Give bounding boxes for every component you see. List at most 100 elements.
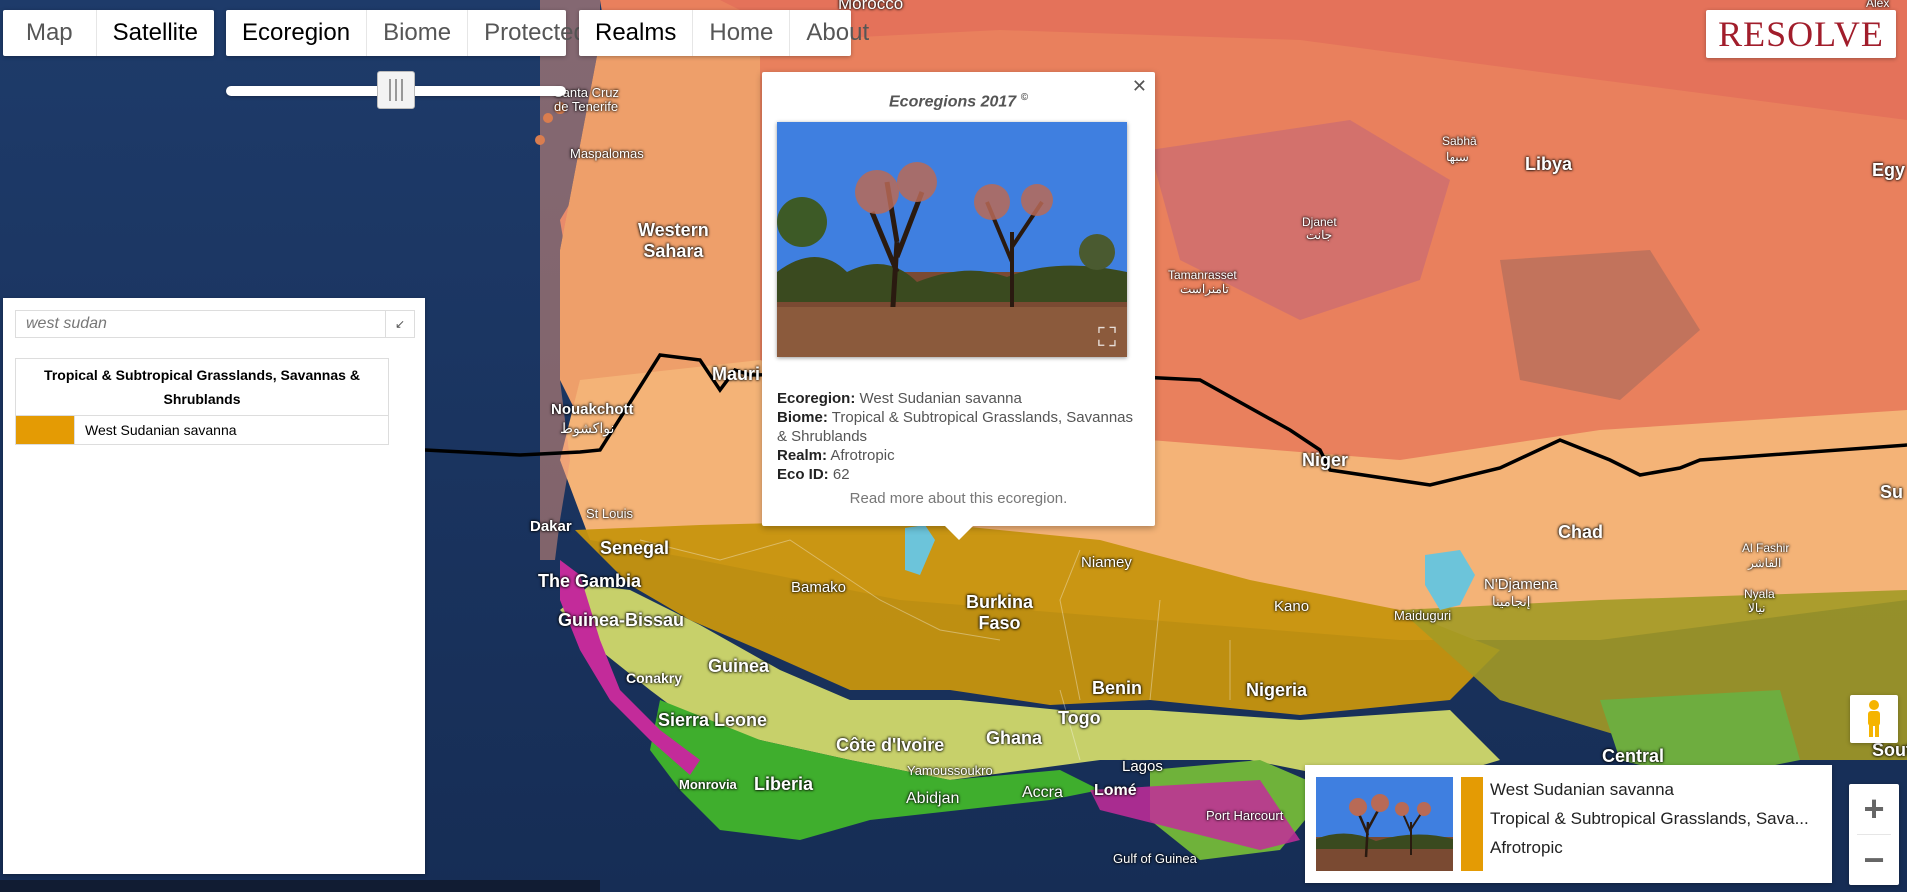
label-maspalomas: Maspalomas	[570, 146, 644, 161]
label-central: Central	[1602, 746, 1665, 766]
label-bamako: Bamako	[791, 579, 847, 596]
label-nouakchott: Nouakchott	[551, 401, 634, 418]
label-ghana: Ghana	[986, 728, 1043, 748]
nav-realms-button[interactable]: Realms	[579, 10, 694, 56]
ecoregion-info-card[interactable]: West Sudanian savanna Tropical & Subtrop…	[1305, 765, 1832, 883]
result-row[interactable]: West Sudanian savanna	[15, 415, 389, 445]
results-table: Tropical & Subtropical Grasslands, Savan…	[15, 358, 389, 445]
label-tamanrasset-arabic: تامنراست	[1180, 282, 1229, 296]
nav-control: Realms Home About	[579, 10, 869, 56]
label-south-sudan: South S	[1872, 740, 1907, 760]
label-sierra-leone: Sierra Leone	[658, 710, 768, 730]
canary-island	[543, 113, 553, 123]
label-sudan: Su	[1880, 482, 1904, 502]
result-color-swatch	[15, 415, 75, 445]
label-nyala: Nyala	[1744, 587, 1775, 601]
map-type-map-button[interactable]: Map	[3, 10, 97, 56]
ecoid-value: 62	[832, 466, 850, 483]
label-al-fashir: Al Fashir	[1742, 541, 1790, 555]
label-nigeria: Nigeria	[1246, 680, 1308, 700]
layer-biome-button[interactable]: Biome	[367, 10, 469, 56]
label-accra: Accra	[1022, 784, 1063, 801]
popup-title: Ecoregions 2017 ©	[889, 92, 1028, 111]
search-panel: ↙ Tropical & Subtropical Grasslands, Sav…	[3, 298, 425, 874]
label-liberia: Liberia	[754, 774, 814, 794]
label-nouakchott-arabic: نواكشوط	[560, 420, 615, 436]
read-more-link[interactable]: Read more about this ecoregion.	[762, 490, 1155, 507]
ecoregion-label: Ecoregion:	[777, 390, 856, 407]
label-conakry: Conakry	[626, 670, 683, 686]
label-western-sahara: Western Sahara	[638, 220, 709, 261]
opacity-slider-handle[interactable]	[377, 71, 415, 109]
label-tamanrasset: Tamanrasset	[1168, 268, 1237, 282]
label-yamoussoukro: Yamoussoukro	[907, 763, 993, 778]
zoom-control: + −	[1849, 784, 1899, 885]
ecoregion-popup: ✕ Ecoregions 2017 © ⛶ Ecoregion: West Su…	[762, 72, 1155, 540]
zoom-out-button[interactable]: −	[1849, 835, 1899, 885]
label-abidjan: Abidjan	[906, 790, 960, 807]
card-biome: Tropical & Subtropical Grasslands, Sava.…	[1490, 809, 1809, 828]
nav-home-button[interactable]: Home	[693, 10, 791, 56]
biome-label: Biome:	[777, 409, 828, 426]
label-djanet: Djanet	[1302, 215, 1337, 229]
label-ndjamena: N'Djamena	[1484, 576, 1558, 593]
result-name[interactable]: West Sudanian savanna	[74, 415, 389, 445]
label-guinea: Guinea	[708, 656, 770, 676]
label-djanet-arabic: جانت	[1306, 228, 1333, 242]
map-type-control: Map Satellite	[3, 10, 214, 56]
card-color-swatch	[1461, 777, 1483, 871]
label-dakar: Dakar	[530, 518, 572, 535]
search-box: ↙	[15, 310, 415, 338]
realm-value: Afrotropic	[830, 447, 895, 464]
label-st-louis: St Louis	[586, 506, 633, 521]
ecoregion-details: Ecoregion: West Sudanian savanna Biome: …	[777, 389, 1137, 484]
label-sabha-arabic: سبها	[1446, 150, 1469, 164]
ecoregion-value: West Sudanian savanna	[859, 390, 1022, 407]
resolve-logo[interactable]: RESOLVE	[1706, 10, 1896, 58]
label-benin: Benin	[1092, 678, 1143, 698]
close-icon[interactable]: ✕	[1132, 76, 1147, 97]
expand-icon[interactable]: ⛶	[1093, 323, 1121, 351]
arrow-collapse-icon[interactable]: ↙	[385, 311, 414, 337]
search-input[interactable]	[16, 311, 385, 337]
card-realm: Afrotropic	[1490, 838, 1563, 857]
label-lagos: Lagos	[1122, 758, 1163, 775]
label-lome: Lomé	[1094, 782, 1137, 799]
ecoregion-photo[interactable]: ⛶	[777, 122, 1127, 357]
label-alexandria: Alex	[1866, 0, 1890, 10]
canary-island	[535, 135, 545, 145]
label-mauritania: Mauri	[712, 364, 761, 384]
label-burkina-faso: Burkina Faso	[966, 592, 1034, 633]
label-cote-divoire: Côte d'Ivoire	[836, 735, 945, 755]
label-al-fashir-arabic: الفاشر	[1748, 556, 1782, 570]
label-senegal: Senegal	[600, 538, 670, 558]
biome-value: Tropical & Subtropical Grasslands, Savan…	[777, 409, 1134, 445]
label-monrovia: Monrovia	[679, 777, 737, 792]
label-ndjamena-arabic: إنجامينا	[1492, 594, 1531, 609]
label-nyala-arabic: نيالا	[1748, 601, 1766, 615]
street-view-pegman-icon[interactable]	[1850, 695, 1898, 743]
realm-label: Realm:	[777, 447, 828, 464]
zoom-in-button[interactable]: +	[1849, 784, 1899, 834]
biome-header: Tropical & Subtropical Grasslands, Savan…	[15, 358, 389, 416]
label-guinea-bissau: Guinea-Bissau	[558, 610, 685, 630]
copyright-symbol: ©	[1020, 92, 1028, 103]
ecoregion-thumbnail	[1316, 777, 1453, 871]
label-maiduguri: Maiduguri	[1394, 608, 1452, 623]
card-ecoregion-name: West Sudanian savanna	[1490, 780, 1674, 799]
nav-about-button[interactable]: About	[790, 10, 885, 56]
label-togo: Togo	[1058, 708, 1101, 728]
map-bottom-edge	[0, 880, 600, 892]
map-type-satellite-button[interactable]: Satellite	[97, 10, 214, 56]
label-port-harcourt: Port Harcourt	[1206, 808, 1284, 823]
label-kano: Kano	[1274, 598, 1310, 615]
label-chad: Chad	[1558, 522, 1603, 542]
label-sabha: Sabhā	[1442, 134, 1477, 148]
ecoid-label: Eco ID:	[777, 466, 829, 483]
label-niamey: Niamey	[1081, 554, 1132, 571]
label-libya: Libya	[1525, 154, 1573, 174]
label-the-gambia: The Gambia	[538, 571, 642, 591]
label-egypt: Egy	[1872, 160, 1906, 180]
layer-ecoregion-button[interactable]: Ecoregion	[226, 10, 368, 56]
opacity-slider[interactable]	[226, 71, 566, 109]
